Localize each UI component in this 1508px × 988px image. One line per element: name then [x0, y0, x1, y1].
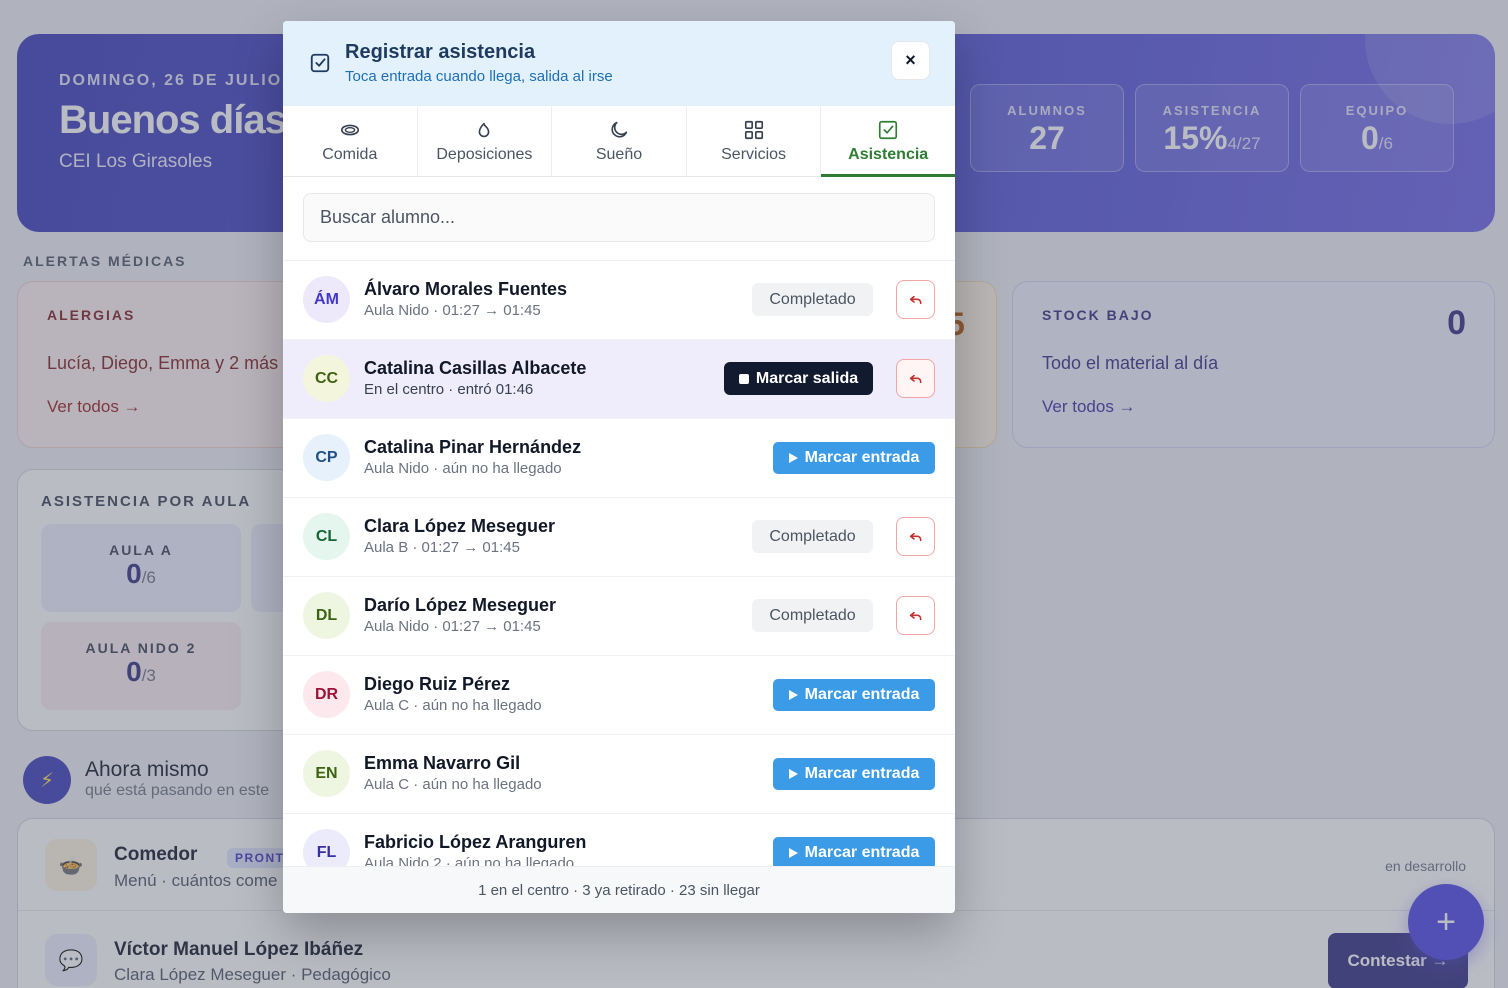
student-list[interactable]: ÁM Álvaro Morales Fuentes Aula Nido · 01…	[283, 260, 955, 866]
close-icon: ×	[905, 50, 916, 70]
undo-icon	[909, 295, 921, 304]
student-row: CL Clara López Meseguer Aula B · 01:27 →…	[283, 498, 955, 577]
avatar: DL	[303, 592, 350, 639]
student-name: Diego Ruiz Pérez	[364, 674, 511, 694]
attendance-summary: 1 en el centro · 3 ya retirado · 23 sin …	[283, 866, 955, 913]
undo-button[interactable]	[896, 596, 935, 635]
student-name: Emma Navarro Gil	[364, 753, 521, 773]
student-row: EN Emma Navarro Gil Aula C · aún no ha l…	[283, 735, 955, 814]
mark-entry-button[interactable]: Marcar entrada	[773, 758, 935, 790]
modal-title: Registrar asistencia	[345, 41, 536, 63]
student-name: Darío López Meseguer	[364, 595, 557, 615]
attendance-modal: Registrar asistencia Toca entrada cuando…	[283, 21, 955, 913]
mark-entry-button[interactable]: Marcar entrada	[773, 679, 935, 711]
student-status: Aula C · aún no ha llegado	[364, 776, 542, 793]
check-square-icon	[879, 120, 898, 140]
check-square-icon	[310, 53, 330, 73]
student-status: Aula B · 01:27 → 01:45	[364, 539, 520, 556]
play-icon	[788, 690, 798, 700]
undo-button[interactable]	[896, 280, 935, 319]
avatar: EN	[303, 750, 350, 797]
student-row: DR Diego Ruiz Pérez Aula C · aún no ha l…	[283, 656, 955, 735]
student-row: DL Darío López Meseguer Aula Nido · 01:2…	[283, 577, 955, 656]
tab-sueno[interactable]: Sueño	[552, 106, 687, 176]
modal-subtitle: Toca entrada cuando llega, salida al irs…	[345, 68, 613, 85]
close-button[interactable]: ×	[891, 41, 930, 80]
completed-badge: Completado	[752, 283, 873, 316]
moon-icon	[611, 121, 628, 138]
mark-entry-button[interactable]: Marcar entrada	[773, 442, 935, 474]
tab-label: Comida	[322, 146, 378, 163]
undo-icon	[909, 611, 921, 620]
avatar: CC	[303, 355, 350, 402]
play-icon	[788, 453, 798, 463]
undo-icon	[909, 374, 921, 383]
avatar: FL	[303, 829, 350, 866]
tab-asistencia[interactable]: Asistencia	[821, 106, 955, 177]
avatar: CL	[303, 513, 350, 560]
student-status: En el centro · entró 01:46	[364, 381, 534, 398]
student-name: Clara López Meseguer	[364, 516, 556, 536]
tab-comida[interactable]: Comida	[283, 106, 418, 176]
modal-header: Registrar asistencia Toca entrada cuando…	[283, 21, 955, 106]
grid-icon	[744, 120, 763, 140]
student-search-input[interactable]	[303, 193, 935, 242]
completed-badge: Completado	[752, 520, 873, 553]
student-status: Aula C · aún no ha llegado	[364, 697, 542, 714]
tab-servicios[interactable]: Servicios	[687, 106, 822, 176]
undo-icon	[909, 532, 921, 541]
tab-label: Asistencia	[848, 146, 929, 163]
tab-label: Sueño	[595, 146, 643, 163]
avatar: ÁM	[303, 276, 350, 323]
student-status: Aula Nido · 01:27 → 01:45	[364, 618, 541, 635]
student-name: Fabricio López Aranguren	[364, 832, 587, 852]
student-name: Catalina Casillas Albacete	[364, 358, 587, 378]
mark-exit-button[interactable]: Marcar salida	[724, 362, 873, 395]
student-status: Aula Nido · aún no ha llegado	[364, 460, 562, 477]
stop-icon	[738, 373, 749, 384]
undo-button[interactable]	[896, 359, 935, 398]
food-icon	[340, 124, 359, 136]
avatar: DR	[303, 671, 350, 718]
tab-deposiciones[interactable]: Deposiciones	[418, 106, 553, 176]
play-icon	[788, 769, 798, 779]
student-status: Aula Nido · 01:27 → 01:45	[364, 302, 541, 319]
student-row: CP Catalina Pinar Hernández Aula Nido · …	[283, 419, 955, 498]
diaper-icon	[478, 122, 490, 138]
student-name: Catalina Pinar Hernández	[364, 437, 582, 457]
tab-label: Servicios	[721, 146, 787, 163]
student-name: Álvaro Morales Fuentes	[364, 279, 568, 299]
mark-entry-button[interactable]: Marcar entrada	[773, 837, 935, 866]
student-row: FL Fabricio López Aranguren Aula Nido 2 …	[283, 814, 955, 866]
student-row: ÁM Álvaro Morales Fuentes Aula Nido · 01…	[283, 261, 955, 340]
modal-tabs: Comida Deposiciones Sueño Servicios Asis…	[283, 106, 955, 177]
student-row: CC Catalina Casillas Albacete En el cent…	[283, 340, 955, 419]
play-icon	[788, 848, 798, 858]
tab-label: Deposiciones	[436, 146, 533, 163]
completed-badge: Completado	[752, 599, 873, 632]
avatar: CP	[303, 434, 350, 481]
undo-button[interactable]	[896, 517, 935, 556]
student-status: Aula Nido 2 · aún no ha llegado	[364, 855, 575, 866]
